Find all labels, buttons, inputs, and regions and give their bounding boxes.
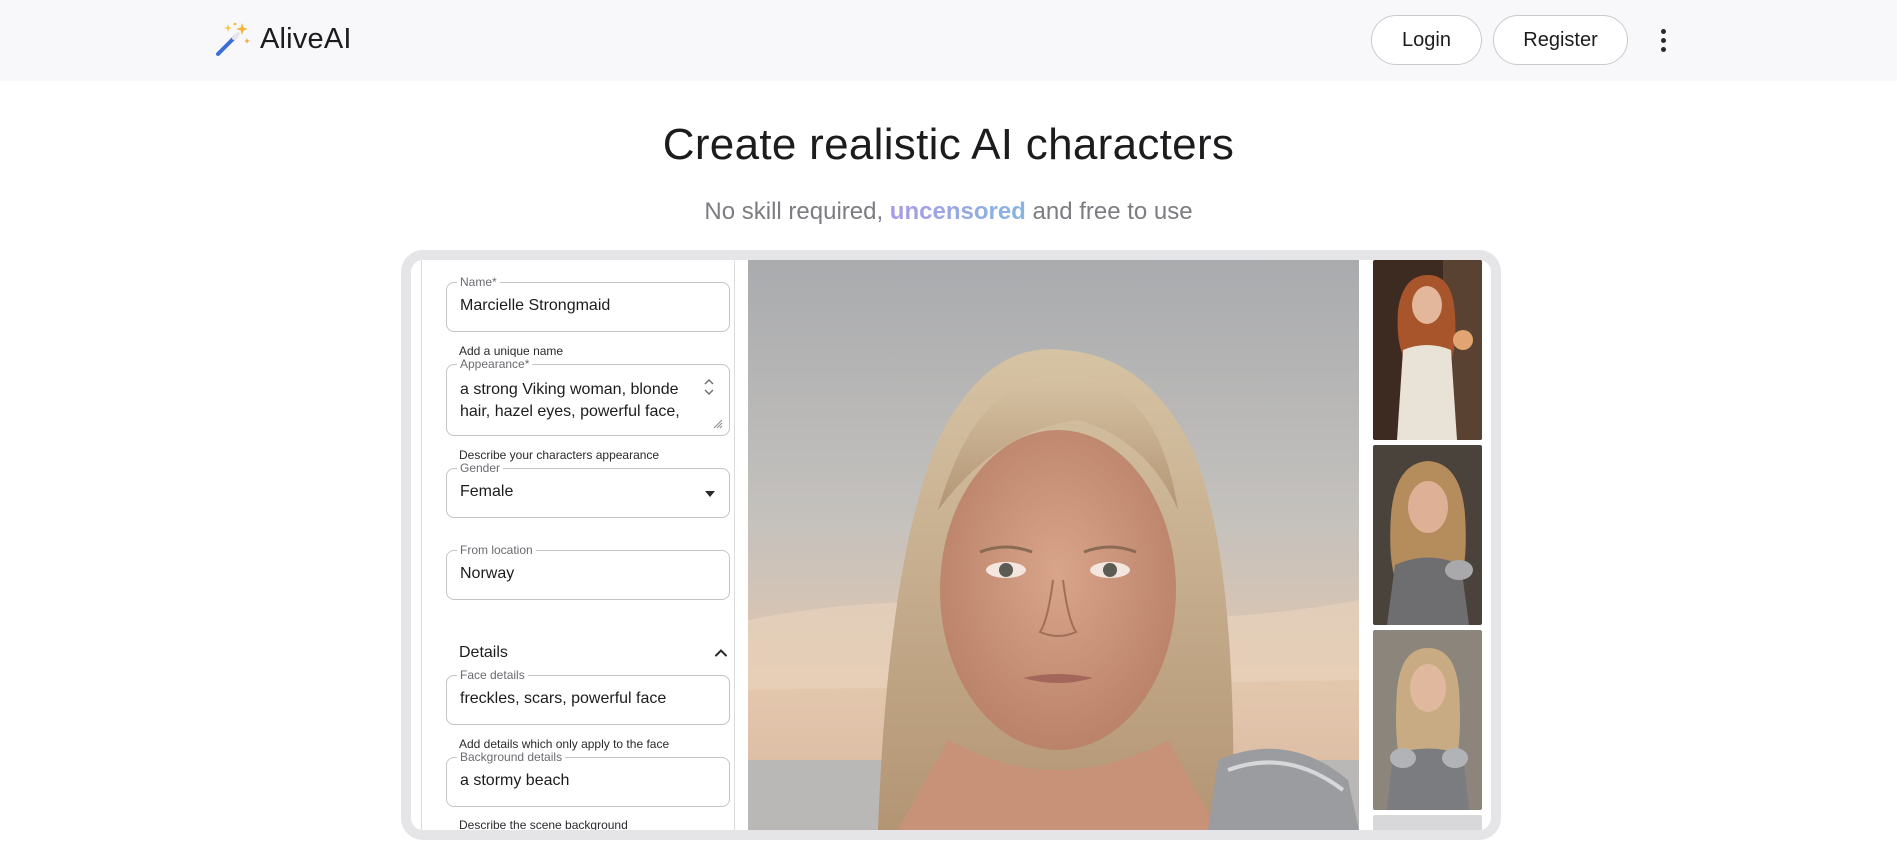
location-field[interactable]: From location Norway <box>446 543 730 600</box>
brand-logo[interactable]: AliveAI <box>214 20 352 58</box>
thumbnail-image[interactable] <box>1373 630 1482 810</box>
appearance-helper-text: Describe your characters appearance <box>459 448 660 462</box>
demo-preview-content: Name* Marcielle Strongmaid Add a unique … <box>411 260 1491 830</box>
chevron-down-icon[interactable] <box>704 388 714 396</box>
gender-select-value: Female <box>460 483 514 500</box>
chevron-up-icon <box>715 649 727 657</box>
character-form: Name* Marcielle Strongmaid Add a unique … <box>421 260 735 830</box>
subtitle-accent: uncensored <box>889 198 1026 225</box>
login-button[interactable]: Login <box>1371 15 1482 65</box>
thumbnail-image[interactable] <box>1373 815 1482 830</box>
subtitle-text-before: No skill required, <box>704 198 890 225</box>
thumbnail-image[interactable] <box>1373 260 1482 440</box>
page-title: Create realistic AI characters <box>662 120 1235 169</box>
background-details-value: a stormy beach <box>460 772 570 789</box>
thumbnail-image[interactable] <box>1373 445 1482 625</box>
thumbnail-strip <box>1373 260 1482 830</box>
brand-name: AliveAI <box>260 22 352 55</box>
page-subtitle: No skill required, uncensored and free t… <box>0 198 1897 226</box>
name-field[interactable]: Name* Marcielle Strongmaid <box>446 275 730 332</box>
face-details-label: Face details <box>457 668 528 682</box>
appearance-field-value: a strong Viking woman, blonde hair, haze… <box>460 381 680 420</box>
chevron-up-icon[interactable] <box>704 378 714 386</box>
demo-preview-frame: Name* Marcielle Strongmaid Add a unique … <box>401 250 1501 840</box>
top-navbar: AliveAI Login Register <box>0 0 1897 81</box>
name-field-label: Name* <box>457 275 500 289</box>
background-details-helper-text: Describe the scene background <box>459 818 628 830</box>
gender-select-label: Gender <box>457 461 504 475</box>
caret-down-icon[interactable] <box>705 491 715 497</box>
location-field-value: Norway <box>460 565 515 582</box>
generated-portrait-image <box>748 260 1359 830</box>
details-accordion-label: Details <box>459 644 508 661</box>
textarea-scroll-stepper[interactable] <box>703 378 715 414</box>
appearance-field-label: Appearance* <box>457 357 533 371</box>
subtitle-text-after: and free to use <box>1025 198 1193 225</box>
details-accordion-toggle[interactable]: Details <box>459 640 729 666</box>
face-details-value: freckles, scars, powerful face <box>460 690 667 707</box>
magic-wand-icon <box>216 22 250 56</box>
name-helper-text: Add a unique name <box>459 344 564 358</box>
background-details-field[interactable]: Background details a stormy beach <box>446 750 730 807</box>
appearance-field[interactable]: Appearance* a strong Viking woman, blond… <box>446 357 730 436</box>
gender-select[interactable]: Gender Female <box>446 461 730 518</box>
background-details-label: Background details <box>457 750 566 764</box>
resize-handle-icon[interactable] <box>711 417 723 429</box>
face-details-helper-text: Add details which only apply to the face <box>459 737 670 751</box>
face-details-field[interactable]: Face details freckles, scars, powerful f… <box>446 668 730 725</box>
name-field-value: Marcielle Strongmaid <box>460 297 611 314</box>
location-field-label: From location <box>457 543 536 557</box>
register-button[interactable]: Register <box>1493 15 1628 65</box>
more-vertical-icon[interactable] <box>1650 24 1676 56</box>
